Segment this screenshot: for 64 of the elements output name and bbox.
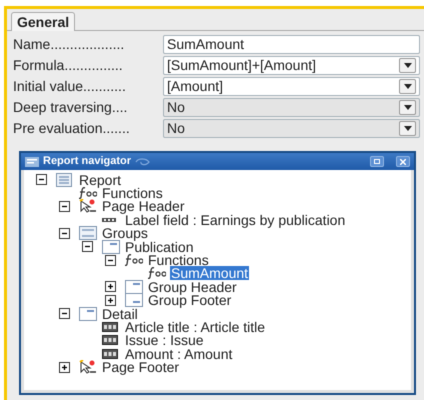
input-field[interactable]: SumAmount bbox=[163, 35, 420, 54]
dropdown-field[interactable]: [SumAmount]+[Amount] bbox=[163, 56, 420, 75]
expand-icon[interactable] bbox=[104, 294, 116, 306]
tree-item[interactable]: Groups bbox=[101, 226, 149, 240]
expand-icon[interactable] bbox=[104, 281, 116, 292]
tree-item[interactable]: Amount : Amount bbox=[124, 346, 234, 361]
close-icon bbox=[400, 158, 406, 164]
field-label: Deep traversing.... bbox=[13, 98, 128, 117]
tree-item[interactable]: Detail bbox=[101, 306, 139, 321]
text-field-icon bbox=[102, 335, 118, 346]
collapse-icon[interactable] bbox=[104, 254, 116, 266]
collapse-icon[interactable] bbox=[58, 228, 70, 239]
field-label: Initial value........... bbox=[13, 77, 127, 96]
dropdown-button[interactable] bbox=[399, 100, 416, 115]
panel-title: Report navigator bbox=[43, 154, 132, 170]
close-button[interactable] bbox=[396, 156, 410, 167]
tree-item[interactable]: Group Footer bbox=[147, 293, 232, 308]
dropdown-button[interactable] bbox=[399, 79, 416, 94]
tree-item[interactable]: Issue : Issue bbox=[124, 333, 205, 348]
field-label: Pre evaluation....... bbox=[13, 119, 131, 138]
function-icon bbox=[125, 254, 143, 266]
tree-item[interactable]: Label field : Earnings by publication bbox=[124, 212, 346, 227]
function-icon bbox=[148, 267, 166, 280]
function-icon bbox=[79, 187, 97, 200]
tree-item[interactable]: Functions bbox=[147, 253, 210, 268]
tab[interactable]: General bbox=[11, 12, 76, 31]
dropdown-button[interactable] bbox=[399, 58, 416, 73]
caret-icon bbox=[404, 84, 412, 89]
tree-item[interactable]: Functions bbox=[101, 186, 164, 200]
section-icon bbox=[125, 293, 143, 308]
text-field-icon bbox=[102, 348, 118, 359]
tree-item[interactable]: Publication bbox=[124, 240, 194, 254]
collapse-icon[interactable] bbox=[82, 241, 92, 252]
float-button[interactable] bbox=[370, 156, 384, 167]
tree-item[interactable]: SumAmount bbox=[170, 266, 250, 280]
dropdown-field[interactable]: No bbox=[163, 98, 420, 117]
collapse-icon[interactable] bbox=[58, 200, 70, 212]
tree-item[interactable]: Report bbox=[78, 172, 122, 187]
field-label: Formula............... bbox=[13, 56, 124, 75]
field-label: Name................... bbox=[13, 35, 126, 54]
swirl-icon bbox=[135, 156, 152, 166]
section-icon bbox=[102, 240, 120, 254]
tree-item[interactable]: Page Header bbox=[101, 199, 186, 214]
panel-icon bbox=[25, 156, 39, 166]
dropdown-button[interactable] bbox=[399, 121, 416, 136]
caret-icon bbox=[404, 105, 412, 110]
restore-icon bbox=[374, 159, 380, 164]
dropdown-field[interactable]: [Amount] bbox=[163, 77, 420, 96]
section-icon bbox=[125, 280, 143, 294]
dropdown-field[interactable]: No bbox=[163, 119, 420, 138]
expand-icon[interactable] bbox=[58, 362, 70, 373]
caret-icon bbox=[404, 63, 412, 68]
tree-item[interactable]: Article title : Article title bbox=[124, 320, 266, 334]
collapse-icon[interactable] bbox=[36, 174, 46, 186]
tree-item[interactable]: Page Footer bbox=[101, 360, 180, 374]
caret-icon bbox=[404, 126, 412, 131]
pointer-icon bbox=[79, 199, 97, 214]
report-icon bbox=[56, 172, 72, 187]
collapse-icon[interactable] bbox=[58, 308, 70, 320]
text-field-icon bbox=[102, 322, 118, 332]
section-icon bbox=[79, 306, 97, 321]
tree-item[interactable]: Group Header bbox=[147, 280, 238, 294]
list-icon bbox=[79, 226, 97, 240]
pointer-icon bbox=[79, 360, 97, 374]
